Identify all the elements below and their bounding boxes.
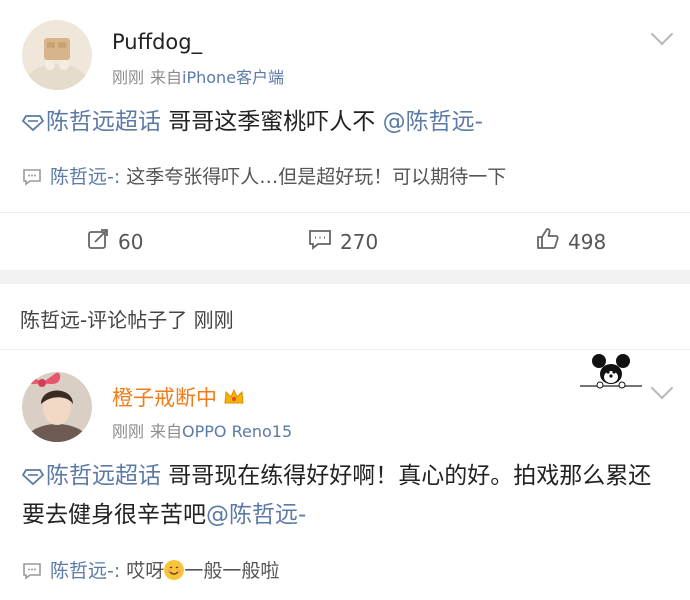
topic-label: 陈哲远超话 xyxy=(46,109,161,135)
feed-divider xyxy=(0,270,690,284)
repost-button[interactable]: 60 xyxy=(86,227,143,256)
smile-emoji-icon xyxy=(164,560,185,580)
bottom-fade-overlay xyxy=(300,545,440,600)
diamond-topic-icon xyxy=(21,461,45,497)
mention-link[interactable]: @陈哲远- xyxy=(383,109,483,135)
post-body: 陈哲远超话 哥哥这季蜜桃吓人不 @陈哲远- xyxy=(21,104,672,143)
comment-notice[interactable]: 陈哲远-评论帖子了 刚刚 xyxy=(0,284,690,350)
post-source[interactable]: iPhone客户端 xyxy=(182,68,284,87)
post-text: 哥哥这季蜜桃吓人不 xyxy=(161,109,376,135)
reply-text: 哎呀 xyxy=(120,560,165,582)
diamond-topic-icon xyxy=(21,107,45,143)
mickey-mouse-decoration xyxy=(578,352,644,396)
chevron-down-icon[interactable] xyxy=(650,22,674,46)
comment-bubble-icon xyxy=(22,168,42,191)
crown-badge-icon xyxy=(223,387,245,412)
username[interactable]: 橙子戒断中 xyxy=(112,382,245,412)
super-topic-link[interactable]: 陈哲远超话 xyxy=(21,463,161,489)
post-time: 刚刚 xyxy=(112,68,145,87)
comment-bubble-icon xyxy=(22,562,42,585)
avatar[interactable] xyxy=(22,372,92,442)
topic-label: 陈哲远超话 xyxy=(46,463,161,489)
post-time: 刚刚 xyxy=(112,422,145,441)
comment-icon xyxy=(308,227,332,256)
reply-author[interactable]: 陈哲远-: xyxy=(50,166,120,188)
reply-text-after: 一般一般啦 xyxy=(184,560,280,582)
source-prefix: 来自 xyxy=(150,68,183,87)
post-meta: 刚刚 来自OPPO Reno15 xyxy=(112,418,292,442)
source-prefix: 来自 xyxy=(150,422,183,441)
chevron-down-icon[interactable] xyxy=(650,376,674,400)
featured-reply[interactable]: 陈哲远-: 这季夸张得吓人…但是超好玩！可以期待一下 xyxy=(22,162,506,191)
thumbs-up-icon xyxy=(536,227,560,256)
username[interactable]: Puffdog_ xyxy=(112,30,202,54)
mention-link[interactable]: @陈哲远- xyxy=(206,502,306,528)
avatar[interactable] xyxy=(22,20,92,90)
repost-count: 60 xyxy=(118,229,144,254)
like-button[interactable]: 498 xyxy=(536,227,606,256)
action-bar: 60 270 498 xyxy=(0,212,690,268)
notice-text: 陈哲远-评论帖子了 刚刚 xyxy=(20,308,234,332)
repost-icon xyxy=(86,227,110,256)
like-count: 498 xyxy=(568,229,607,254)
post-source[interactable]: OPPO Reno15 xyxy=(182,422,292,441)
username-text: 橙子戒断中 xyxy=(112,386,217,410)
weibo-post-1: Puffdog_ 刚刚 来自iPhone客户端 陈哲远超话 哥哥这季蜜桃吓人不 @… xyxy=(0,0,690,270)
reply-author[interactable]: 陈哲远-: xyxy=(50,560,120,582)
comment-button[interactable]: 270 xyxy=(308,227,378,256)
featured-reply[interactable]: 陈哲远-: 哎呀 一般一般啦 xyxy=(22,556,279,585)
post-body: 陈哲远超话 哥哥现在练得好好啊！真心的好。拍戏那么累还要去健身很辛苦吧@陈哲远- xyxy=(21,458,672,533)
super-topic-link[interactable]: 陈哲远超话 xyxy=(21,109,161,135)
reply-text: 这季夸张得吓人…但是超好玩！可以期待一下 xyxy=(120,166,507,188)
comment-count: 270 xyxy=(340,229,379,254)
post-meta: 刚刚 来自iPhone客户端 xyxy=(112,64,284,88)
